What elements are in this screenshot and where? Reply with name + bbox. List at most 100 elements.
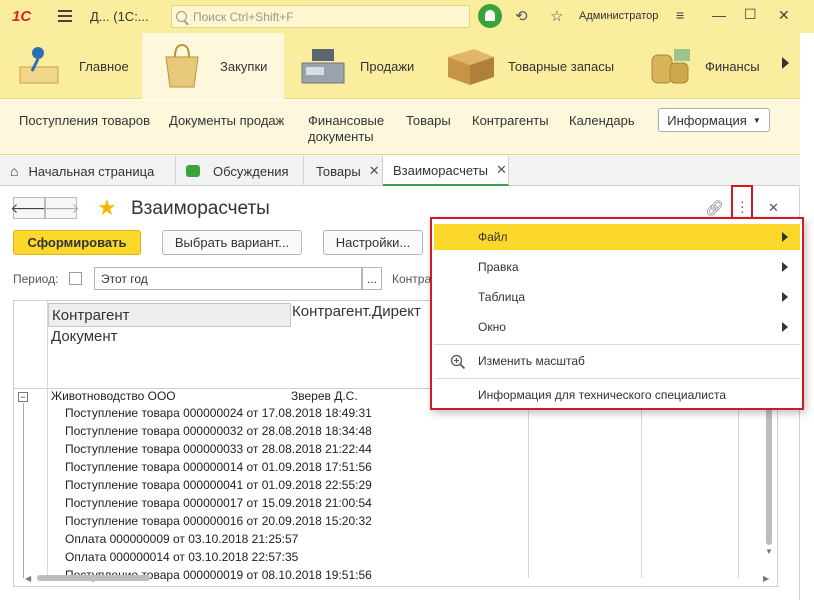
section-label: Финансы (705, 59, 760, 74)
submenu-arrow-icon (782, 232, 788, 242)
link-goods-receipts[interactable]: Поступления товаров (19, 113, 150, 129)
link-calendar[interactable]: Календарь (569, 113, 635, 129)
forward-button[interactable]: 🡒 (42, 197, 80, 219)
more-actions-icon[interactable]: · · · (740, 194, 745, 218)
period-field[interactable]: Этот год (94, 267, 362, 290)
column-header-director: Контрагент.Директ (292, 303, 421, 320)
menu-item-table[interactable]: Таблица (434, 284, 800, 310)
column-header-text: Контрагент (52, 306, 130, 324)
link-goods[interactable]: Товары (406, 113, 451, 129)
menu-item-label: Информация для технического специалиста (478, 388, 727, 402)
page-title: Взаиморасчеты (131, 198, 270, 219)
section-label: Главное (79, 59, 129, 74)
cardboard-box-icon (448, 49, 494, 85)
section-sales[interactable]: Продажи (284, 33, 426, 99)
menu-item-label: Файл (478, 230, 508, 244)
submenu-arrow-icon (782, 292, 788, 302)
period-checkbox[interactable] (69, 272, 82, 285)
table-row[interactable]: Поступление товара 000000033 от 28.08.20… (65, 442, 372, 456)
maximize-button[interactable]: ☐ (744, 6, 757, 23)
tab-settlements[interactable]: Взаиморасчеты ✕ (383, 156, 509, 186)
scroll-right-icon[interactable]: ▶ (763, 574, 769, 583)
submenu-arrow-icon (782, 322, 788, 332)
table-row[interactable]: Поступление товара 000000032 от 28.08.20… (65, 424, 372, 438)
column-header-document: Документ (51, 328, 118, 345)
subsection-links: Поступления товаров Документы продаж Фин… (0, 100, 800, 155)
link-financial-documents[interactable]: Финансовые документы (308, 113, 388, 145)
section-label: Закупки (220, 59, 268, 74)
tab-home[interactable]: ⌂ Начальная страница (0, 156, 176, 186)
table-row[interactable]: Поступление товара 000000041 от 01.09.20… (65, 478, 372, 492)
tab-label: Обсуждения (213, 163, 289, 179)
menu-item-label: Изменить масштаб (478, 354, 585, 368)
history-icon[interactable]: ⟲ (515, 7, 528, 25)
search-input[interactable]: Поиск Ctrl+Shift+F (171, 5, 470, 28)
window-title: Д... (1С:... (90, 9, 149, 24)
tab-label: Начальная страница (28, 163, 155, 179)
window-menu-icon[interactable]: ≡ (676, 7, 684, 23)
menu-item-label: Таблица (478, 290, 526, 304)
menu-item-file[interactable]: Файл (434, 224, 800, 250)
horizontal-scroll-thumb[interactable] (37, 575, 150, 581)
scroll-left-icon[interactable]: ◀ (25, 574, 31, 583)
group-row-counterparty[interactable]: Животноводство ООО (51, 389, 176, 403)
section-finance[interactable]: Финансы (638, 33, 780, 99)
tab-goods[interactable]: Товары ✕ (304, 156, 383, 186)
back-button[interactable]: 🡐 (10, 197, 48, 219)
scroll-down-icon[interactable]: ▼ (765, 547, 773, 556)
menu-separator (434, 344, 800, 345)
menu-item-tech-info[interactable]: Информация для технического специалиста (434, 382, 800, 408)
collapse-group-icon[interactable]: − (18, 392, 28, 402)
link-icon[interactable]: 🔗︎ (705, 199, 724, 217)
close-tab-icon[interactable]: ✕ (496, 162, 507, 178)
table-row[interactable]: Поступление товара 000000016 от 20.09.20… (65, 514, 372, 528)
menu-item-window[interactable]: Окно (434, 314, 800, 340)
close-tab-icon[interactable]: ✕ (369, 163, 380, 179)
section-main[interactable]: Главное (0, 33, 142, 99)
menu-separator (434, 378, 800, 379)
notifications-icon[interactable] (478, 4, 502, 28)
table-row[interactable]: Оплата 000000009 от 03.10.2018 21:25:57 (65, 532, 298, 546)
search-placeholder: Поиск Ctrl+Shift+F (193, 9, 294, 24)
section-label: Товарные запасы (508, 59, 615, 74)
search-icon (176, 11, 187, 22)
menu-item-edit[interactable]: Правка (434, 254, 800, 280)
section-purchases[interactable]: Закупки (142, 33, 284, 99)
tab-label: Товары (316, 163, 361, 179)
cash-register-icon (301, 49, 345, 84)
close-form-icon[interactable]: ✕ (768, 200, 779, 216)
column-header-counterparty: Контрагент (48, 303, 291, 327)
table-row[interactable]: Оплата 000000014 от 03.10.2018 22:57:35 (65, 550, 298, 564)
horizontal-scrollbar[interactable]: ◀ ▶ (13, 573, 778, 583)
group-row-director[interactable]: Зверев Д.С. (291, 389, 358, 403)
menu-item-label: Правка (478, 260, 519, 274)
information-label: Информация (667, 112, 747, 128)
period-select-button[interactable]: ... (362, 267, 382, 290)
close-window-button[interactable]: ✕ (778, 7, 790, 24)
generate-button[interactable]: Сформировать (13, 230, 141, 255)
vertical-scrollbar[interactable]: ▼ (763, 407, 775, 557)
section-inventory[interactable]: Товарные запасы (426, 33, 638, 99)
link-sales-documents[interactable]: Документы продаж (169, 113, 284, 129)
menu-item-label: Окно (478, 320, 506, 334)
current-user[interactable]: Администратор (579, 10, 658, 22)
settings-button[interactable]: Настройки... (323, 230, 423, 255)
vertical-scroll-thumb[interactable] (766, 407, 772, 545)
main-menu-icon[interactable] (58, 10, 72, 22)
app-logo: 1С (12, 8, 32, 25)
coins-icon (651, 49, 690, 84)
menu-item-zoom[interactable]: Изменить масштаб (434, 348, 800, 374)
table-row[interactable]: Поступление товара 000000017 от 15.09.20… (65, 496, 372, 510)
shopping-bag-icon (165, 43, 199, 88)
sections-scroll-right-icon[interactable] (782, 57, 789, 69)
tab-discussions[interactable]: Обсуждения (176, 156, 304, 186)
table-row[interactable]: Поступление товара 000000024 от 17.08.20… (65, 406, 372, 420)
information-dropdown-button[interactable]: Информация ▼ (658, 108, 770, 132)
counterparty-label: Контраг (392, 272, 436, 286)
table-row[interactable]: Поступление товара 000000014 от 01.09.20… (65, 460, 372, 474)
choose-variant-button[interactable]: Выбрать вариант... (162, 230, 302, 255)
favorite-star-icon[interactable]: ★ (97, 195, 117, 221)
minimize-button[interactable]: — (712, 7, 726, 23)
favorites-star-icon[interactable]: ☆ (550, 7, 563, 25)
link-counterparties[interactable]: Контрагенты (472, 113, 549, 129)
